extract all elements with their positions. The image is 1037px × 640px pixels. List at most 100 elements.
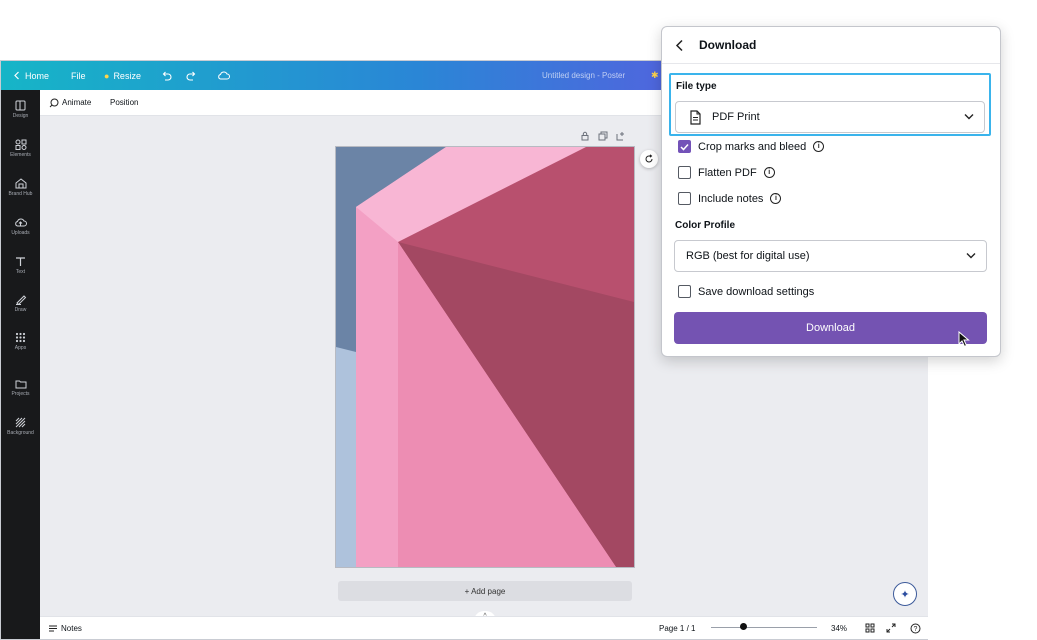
file-type-section: File type PDF Print [669,73,991,136]
info-icon[interactable]: i [770,193,782,204]
svg-text:?: ? [914,626,918,633]
home-button[interactable]: Home [13,61,49,90]
sidebar-item-label: Projects [11,391,30,397]
sidebar-item-elements[interactable]: Elements [1,139,40,158]
file-type-select[interactable]: PDF Print [675,101,985,133]
info-icon[interactable]: i [763,167,775,178]
brand-icon [15,178,26,189]
star-icon: ✱ [651,70,659,80]
home-label: Home [25,70,50,81]
add-page-icon[interactable] [616,131,626,141]
sidebar-item-apps[interactable]: Apps [1,332,40,351]
rotate-icon [645,154,653,163]
sidebar-item-draw[interactable]: Draw [1,294,40,313]
file-type-label: File type [676,81,717,92]
undo-button[interactable] [161,61,172,90]
document-title[interactable]: Untitled design - Poster [542,61,625,90]
left-sidebar: Design Elements Brand Hub Uploads Text D… [1,90,40,639]
redo-button[interactable] [186,61,197,90]
sparkle-icon: ✦ [900,588,910,601]
notes-button[interactable]: Notes [48,617,82,639]
cloud-check-icon [218,71,230,80]
poster-design[interactable] [336,147,634,567]
pattern-icon [15,417,26,428]
save-settings-checkbox[interactable] [678,285,691,298]
color-profile-label: Color Profile [675,220,736,231]
sidebar-item-label: Uploads [11,230,30,236]
sidebar-item-label: Background [7,430,34,436]
add-page-button[interactable]: + Add page [338,581,632,601]
sidebar-item-label: Draw [14,307,27,313]
duplicate-icon[interactable] [598,131,608,141]
sidebar-item-background[interactable]: Background [1,417,40,436]
position-label: Position [110,98,139,107]
position-button[interactable]: Position [110,90,138,115]
flatten-pdf-option[interactable]: Flatten PDF i [678,166,775,179]
save-settings-option[interactable]: Save download settings [678,285,814,298]
folder-icon [15,380,26,389]
download-button[interactable]: Download [674,312,987,344]
document-icon [690,109,701,125]
crop-marks-checkbox[interactable] [678,140,691,153]
chevron-left-icon [14,71,19,80]
sidebar-item-label: Elements [10,152,31,158]
animate-button[interactable]: Animate [49,90,91,115]
expand-icon [886,623,896,633]
flatten-pdf-checkbox[interactable] [678,166,691,179]
upgrade-star[interactable]: ✱ [651,61,659,90]
page-indicator[interactable]: Page 1 / 1 [659,617,695,639]
zoom-slider[interactable] [711,627,817,628]
shapes-icon [15,139,26,150]
upload-cloud-icon [15,218,27,227]
chevron-down-icon [964,114,974,120]
grid-view-icon [865,623,875,633]
magic-assistant-button[interactable]: ✦ [893,582,917,606]
poster-artwork [336,147,634,567]
layout-icon [15,100,26,111]
sidebar-item-design[interactable]: Design [1,100,40,119]
flatten-pdf-label: Flatten PDF [698,166,757,179]
sidebar-item-label: Brand Hub [8,191,33,197]
bottom-bar: Notes Page 1 / 1 34% ? [40,616,928,639]
chevron-down-icon [966,253,976,259]
refresh-button[interactable] [640,150,658,168]
include-notes-option[interactable]: Include notes i [678,192,782,205]
grid-icon [15,332,26,343]
sidebar-item-projects[interactable]: Projects [1,379,40,397]
animate-label: Animate [62,98,92,107]
check-icon [680,143,689,151]
download-panel: Download File type PDF Print Crop marks … [661,26,1001,357]
sidebar-item-label: Design [12,113,29,119]
crop-marks-label: Crop marks and bleed [698,140,807,153]
cloud-save-status[interactable] [217,61,230,90]
include-notes-checkbox[interactable] [678,192,691,205]
sidebar-item-brand-hub[interactable]: Brand Hub [1,178,40,197]
info-icon[interactable]: i [813,141,825,152]
redo-icon [186,71,196,81]
include-notes-label: Include notes [698,192,764,205]
file-menu[interactable]: File [71,61,86,90]
sidebar-item-text[interactable]: Text [1,256,40,275]
text-icon [16,257,25,266]
zoom-slider-handle[interactable] [740,623,747,630]
resize-button[interactable]: ● Resize [104,61,141,90]
fullscreen-button[interactable] [886,617,896,639]
sidebar-item-label: Apps [14,345,27,351]
draw-icon [15,295,26,305]
notes-label: Notes [61,623,82,633]
help-icon: ? [910,623,921,633]
file-label: File [71,70,86,81]
grid-view-button[interactable] [865,617,875,639]
sidebar-item-label: Text [15,269,26,275]
chevron-left-icon [675,39,683,52]
save-settings-label: Save download settings [698,285,815,298]
crop-marks-option[interactable]: Crop marks and bleed i [678,140,825,153]
color-profile-select[interactable]: RGB (best for digital use) [674,240,987,272]
panel-header: Download [662,27,1000,64]
help-button[interactable]: ? [910,617,921,639]
sidebar-item-uploads[interactable]: Uploads [1,217,40,236]
back-button[interactable] [675,39,685,57]
zoom-level[interactable]: 34% [831,617,847,639]
lock-icon[interactable] [580,131,590,141]
file-type-value: PDF Print [712,111,760,123]
